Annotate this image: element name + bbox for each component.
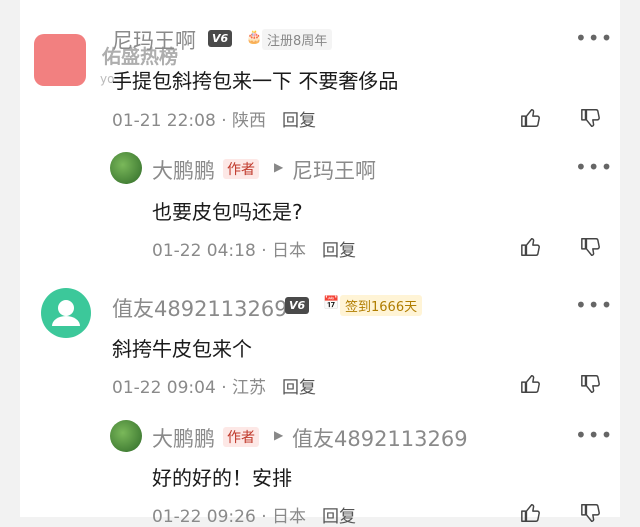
comment-location: 陕西 [232,111,267,131]
default-user-icon [52,300,80,326]
reply-arrow-icon: ▶ [274,160,284,174]
reply-location: 日本 [272,507,307,527]
comment-text: 手提包斜挎包来一下 不要奢侈品 [112,69,399,93]
watermark-logo [34,34,86,86]
checkin-badge: 签到1666天 [340,295,423,316]
anniversary-badge: 注册8周年 [262,29,333,50]
reply-button[interactable]: 回复 [282,373,316,398]
author-tag: 作者 [223,159,259,179]
anniversary-icon: 🎂 [246,30,263,45]
thumbs-down-icon[interactable] [580,502,602,524]
comment-username[interactable]: 尼玛王啊 [112,25,196,55]
reply-button[interactable]: 回复 [322,236,356,261]
thumbs-down-icon[interactable] [580,236,602,258]
reply-time: 01-22 09:26 [152,507,256,527]
more-options-icon[interactable]: ••• [575,26,613,50]
reply-text: 也要皮包吗还是? [152,200,303,224]
comment-location: 江苏 [232,378,267,398]
avatar[interactable] [41,288,91,338]
level-badge: V6 [285,297,310,314]
reply-username[interactable]: 大鹏鹏 [152,423,215,453]
avatar[interactable] [110,420,142,452]
author-tag: 作者 [223,427,259,447]
reply-meta: 01-22 04:18 · 日本 [152,241,307,261]
more-options-icon[interactable]: ••• [575,423,613,447]
comment-time: 01-21 22:08 [112,111,216,131]
thumbs-up-icon[interactable] [520,107,542,129]
comment-meta: 01-21 22:08 · 陕西 [112,111,267,131]
level-badge: V6 [208,30,233,47]
reply-username[interactable]: 大鹏鹏 [152,155,215,185]
thumbs-up-icon[interactable] [520,236,542,258]
reply-to-user[interactable]: 值友4892113269 [292,423,468,453]
comment-meta: 01-22 09:04 · 江苏 [112,378,267,398]
more-options-icon[interactable]: ••• [575,293,613,317]
comment-list: 佑盛热榜 yo 尼玛王啊 V6 🎂 注册8周年 ••• 手提包斜挎包来一下 不要… [20,0,620,527]
reply-arrow-icon: ▶ [274,428,284,442]
reply-button[interactable]: 回复 [322,502,356,527]
thumbs-down-icon[interactable] [580,107,602,129]
comment-username[interactable]: 值友4892113269 [112,293,288,323]
comment-time: 01-22 09:04 [112,378,216,398]
more-options-icon[interactable]: ••• [575,155,613,179]
reply-to-user[interactable]: 尼玛王啊 [292,155,376,185]
avatar[interactable] [110,152,142,184]
reply-time: 01-22 04:18 [152,241,256,261]
comment-text: 斜挎牛皮包来个 [112,337,252,361]
checkin-icon: 📅 [323,296,340,311]
reply-button[interactable]: 回复 [282,106,316,131]
reply-location: 日本 [272,241,307,261]
thumbs-up-icon[interactable] [520,502,542,524]
thumbs-down-icon[interactable] [580,373,602,395]
thumbs-up-icon[interactable] [520,373,542,395]
reply-meta: 01-22 09:26 · 日本 [152,507,307,527]
reply-text: 好的好的！安排 [152,466,292,490]
